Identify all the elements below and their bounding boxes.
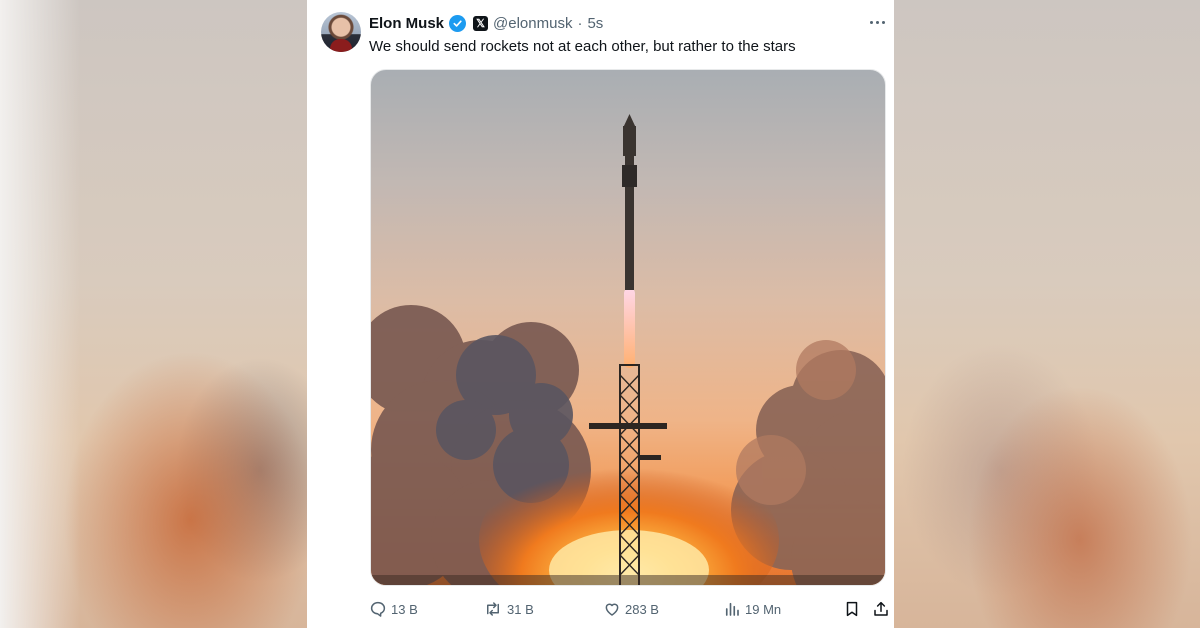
repost-count: 31 B (507, 601, 534, 617)
separator-dot: · (577, 14, 583, 32)
avatar[interactable] (321, 12, 361, 52)
author-handle[interactable]: @elonmusk (493, 15, 572, 32)
tweet-card: Elon Musk 𝕏 @elonmusk · 5s We should sen… (307, 0, 894, 628)
like-count: 283 B (625, 601, 659, 617)
like-icon (605, 603, 619, 616)
more-options-icon[interactable] (866, 12, 888, 32)
views-count: 19 Mn (745, 601, 782, 617)
rocket-launch-illustration (371, 114, 885, 585)
tweet-text: We should send rockets not at each other… (369, 38, 796, 55)
repost-icon (487, 602, 499, 616)
bookmark-icon (846, 601, 858, 617)
views-button[interactable]: 19 Mn (723, 598, 781, 620)
views-icon (725, 602, 739, 616)
repost-button[interactable]: 31 B (483, 598, 534, 620)
x-affiliation-icon: 𝕏 (473, 15, 489, 31)
like-button[interactable]: 283 B (603, 598, 659, 620)
tweet-media-image[interactable] (370, 69, 886, 586)
reply-count: 13 B (391, 601, 418, 617)
bookmark-button[interactable] (843, 598, 861, 620)
share-button[interactable] (872, 598, 890, 620)
tweet-header: Elon Musk 𝕏 @elonmusk · 5s (369, 13, 603, 33)
author-name[interactable]: Elon Musk (369, 15, 444, 32)
verified-badge-icon (449, 14, 467, 32)
timestamp[interactable]: 5s (587, 15, 603, 32)
reply-icon (370, 601, 386, 617)
reply-button[interactable]: 13 B (369, 598, 418, 620)
share-icon (874, 601, 888, 616)
tweet-actions: 13 B 31 B 283 B 19 Mn (369, 598, 891, 620)
